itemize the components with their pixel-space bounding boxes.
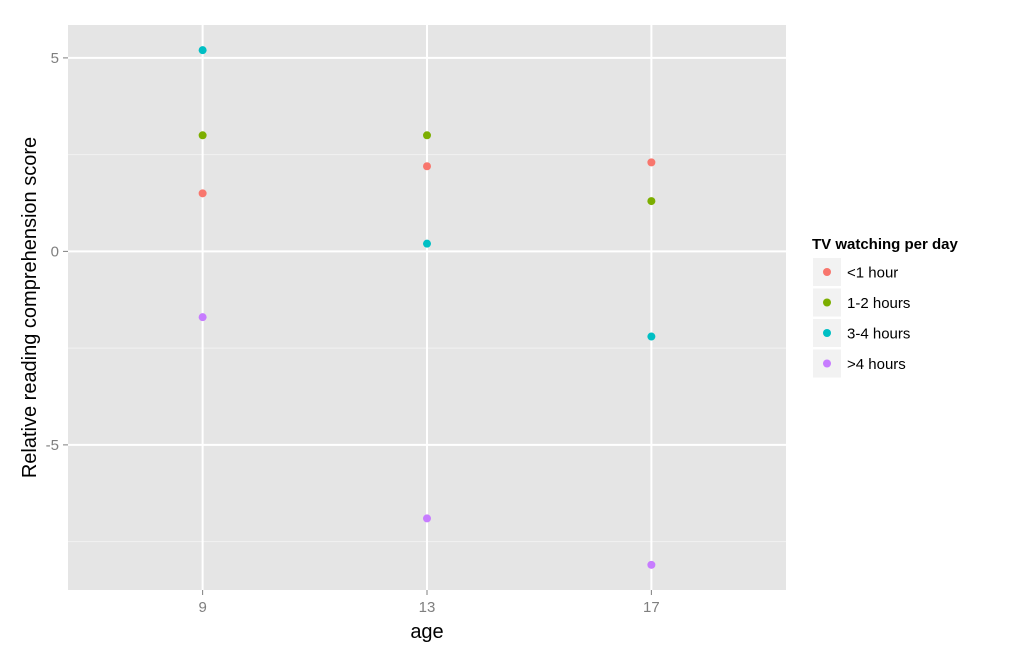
x-axis-title: age bbox=[410, 621, 443, 643]
data-point bbox=[647, 560, 656, 569]
data-point bbox=[198, 189, 207, 198]
legend-label: >4 hours bbox=[847, 356, 906, 373]
x-tick-label: 13 bbox=[419, 599, 436, 616]
chart: -5 0 5 9 13 17 age Relative reading comprehe… bbox=[19, 25, 959, 643]
legend-marker bbox=[823, 359, 831, 368]
legend-marker bbox=[823, 268, 831, 276]
legend-marker bbox=[823, 329, 831, 337]
legend-item: 3-4 hours bbox=[813, 319, 910, 347]
legend-title: TV watching per day bbox=[812, 236, 959, 253]
data-point bbox=[647, 197, 656, 206]
y-tick-label: 5 bbox=[51, 50, 59, 67]
legend-item: <1 hour bbox=[813, 258, 898, 286]
data-point bbox=[423, 239, 431, 248]
y-tick-label: 0 bbox=[51, 243, 59, 260]
data-point bbox=[198, 46, 207, 55]
x-axis: 9 13 17 bbox=[198, 590, 660, 616]
y-tick-label: -5 bbox=[46, 437, 59, 454]
x-tick-label: 17 bbox=[643, 599, 660, 616]
legend-item: 1-2 hours bbox=[813, 288, 910, 317]
data-point bbox=[423, 162, 431, 171]
y-axis: -5 0 5 bbox=[46, 50, 68, 454]
legend-label: 1-2 hours bbox=[847, 295, 910, 312]
legend-item: >4 hours bbox=[813, 349, 906, 378]
data-point bbox=[423, 514, 431, 523]
x-tick-label: 9 bbox=[198, 599, 206, 616]
legend-label: <1 hour bbox=[847, 265, 898, 282]
data-point bbox=[423, 131, 431, 140]
legend: TV watching per day <1 hour 1-2 hours 3-4 … bbox=[812, 236, 959, 378]
y-axis-title: Relative reading comprehension score bbox=[19, 137, 41, 478]
data-point bbox=[647, 158, 656, 167]
data-point bbox=[198, 131, 207, 140]
data-point bbox=[198, 313, 207, 322]
legend-marker bbox=[823, 298, 831, 307]
data-point bbox=[647, 332, 656, 341]
legend-label: 3-4 hours bbox=[847, 326, 910, 343]
